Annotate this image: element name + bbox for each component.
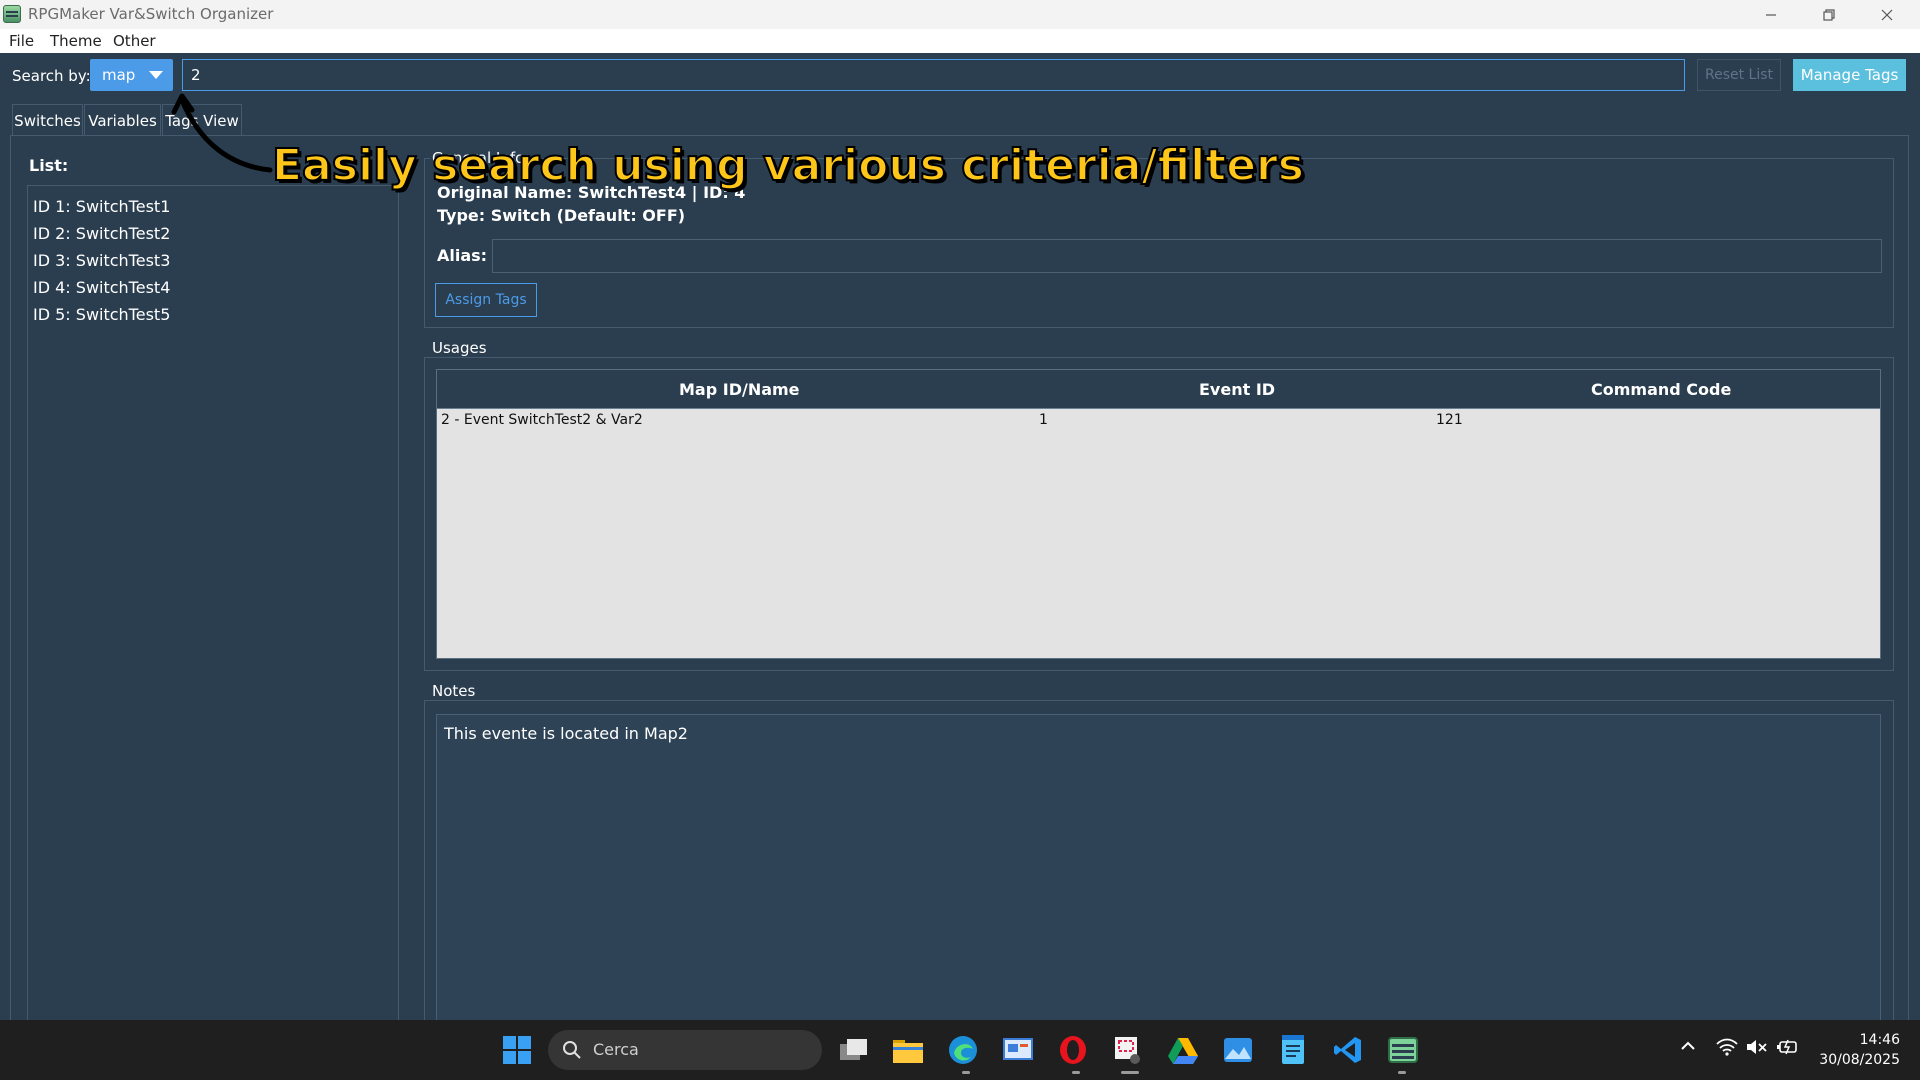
taskbar-search[interactable]: Cerca bbox=[548, 1030, 822, 1070]
menu-theme[interactable]: Theme bbox=[50, 32, 102, 50]
usages-title: Usages bbox=[430, 339, 489, 357]
column-event-id[interactable]: Event ID bbox=[1199, 380, 1275, 399]
manage-tags-button[interactable]: Manage Tags bbox=[1793, 59, 1906, 91]
alias-label: Alias: bbox=[437, 246, 488, 265]
close-icon bbox=[1881, 9, 1893, 20]
menu-file[interactable]: File bbox=[9, 32, 34, 50]
snipping-tool-icon[interactable] bbox=[1112, 1034, 1144, 1066]
list-item[interactable]: ID 4: SwitchTest4 bbox=[33, 278, 170, 297]
organizer-app-icon[interactable] bbox=[1387, 1034, 1419, 1066]
window-title: RPGMaker Var&Switch Organizer bbox=[28, 5, 274, 23]
search-mode-value: map bbox=[102, 66, 136, 84]
cell-map-name: 2 - Event SwitchTest2 & Var2 bbox=[441, 412, 643, 428]
notes-text: This evente is located in Map2 bbox=[444, 724, 688, 743]
running-indicator bbox=[962, 1071, 970, 1074]
search-input[interactable] bbox=[182, 59, 1685, 91]
cell-command-code: 121 bbox=[1436, 412, 1463, 428]
list-item[interactable]: ID 2: SwitchTest2 bbox=[33, 224, 170, 243]
table-header: Map ID/Name Event ID Command Code bbox=[437, 370, 1880, 409]
column-command-code[interactable]: Command Code bbox=[1591, 380, 1731, 399]
taskbar-search-text: Cerca bbox=[593, 1040, 639, 1059]
cell-event-id: 1 bbox=[1039, 412, 1048, 428]
type-text: Type: Switch (Default: OFF) bbox=[437, 206, 686, 225]
usages-table: Map ID/Name Event ID Command Code 2 - Ev… bbox=[436, 369, 1881, 659]
list-item[interactable]: ID 5: SwitchTest5 bbox=[33, 305, 170, 324]
menu-bar: File Theme Other bbox=[0, 29, 1920, 53]
menu-other[interactable]: Other bbox=[113, 32, 156, 50]
running-indicator bbox=[1072, 1071, 1080, 1074]
title-bar: RPGMaker Var&Switch Organizer bbox=[0, 0, 1920, 29]
annotation-text: Easily search using various criteria/fil… bbox=[271, 139, 1305, 192]
running-indicator bbox=[1398, 1071, 1406, 1074]
control-panel-icon[interactable] bbox=[1002, 1034, 1034, 1066]
battery-icon[interactable] bbox=[1776, 1038, 1798, 1056]
list-label: List: bbox=[29, 156, 69, 175]
list-item[interactable]: ID 1: SwitchTest1 bbox=[33, 197, 170, 216]
tab-switches[interactable]: Switches bbox=[12, 104, 83, 136]
opera-browser-icon[interactable] bbox=[1057, 1034, 1089, 1066]
chevron-down-icon bbox=[149, 71, 163, 79]
restore-icon bbox=[1823, 8, 1835, 21]
assign-tags-button[interactable]: Assign Tags bbox=[435, 283, 537, 317]
vscode-icon[interactable] bbox=[1332, 1034, 1364, 1066]
google-drive-icon[interactable] bbox=[1167, 1034, 1199, 1066]
restore-button[interactable] bbox=[1800, 0, 1858, 29]
minimize-icon bbox=[1766, 13, 1776, 16]
alias-input[interactable] bbox=[492, 239, 1882, 273]
search-icon bbox=[563, 1041, 581, 1059]
annotation-arrow-icon bbox=[171, 93, 273, 173]
chevron-up-icon[interactable] bbox=[1680, 1038, 1696, 1054]
minimize-button[interactable] bbox=[1742, 0, 1800, 29]
volume-muted-icon[interactable] bbox=[1746, 1038, 1768, 1056]
search-by-label: Search by: bbox=[12, 67, 91, 85]
search-mode-dropdown[interactable]: map bbox=[90, 59, 173, 91]
file-explorer-icon[interactable] bbox=[892, 1034, 924, 1066]
column-map-id-name[interactable]: Map ID/Name bbox=[679, 380, 800, 399]
clock-time: 14:46 bbox=[1859, 1032, 1900, 1048]
windows-start-icon[interactable] bbox=[501, 1034, 533, 1066]
notepad-icon[interactable] bbox=[1277, 1034, 1309, 1066]
running-indicator bbox=[1121, 1071, 1139, 1074]
task-view-icon[interactable] bbox=[838, 1034, 870, 1066]
photos-icon[interactable] bbox=[1222, 1034, 1254, 1066]
tab-variables[interactable]: Variables bbox=[84, 104, 161, 136]
wifi-icon[interactable] bbox=[1716, 1038, 1738, 1056]
notes-title: Notes bbox=[430, 682, 478, 700]
list-item[interactable]: ID 3: SwitchTest3 bbox=[33, 251, 170, 270]
edge-browser-icon[interactable] bbox=[947, 1034, 979, 1066]
close-button[interactable] bbox=[1858, 0, 1916, 29]
clock-date: 30/08/2025 bbox=[1819, 1052, 1900, 1068]
reset-list-button[interactable]: Reset List bbox=[1697, 59, 1781, 91]
app-icon bbox=[3, 5, 21, 23]
taskbar-clock[interactable]: 14:46 30/08/2025 bbox=[1800, 1030, 1900, 1070]
